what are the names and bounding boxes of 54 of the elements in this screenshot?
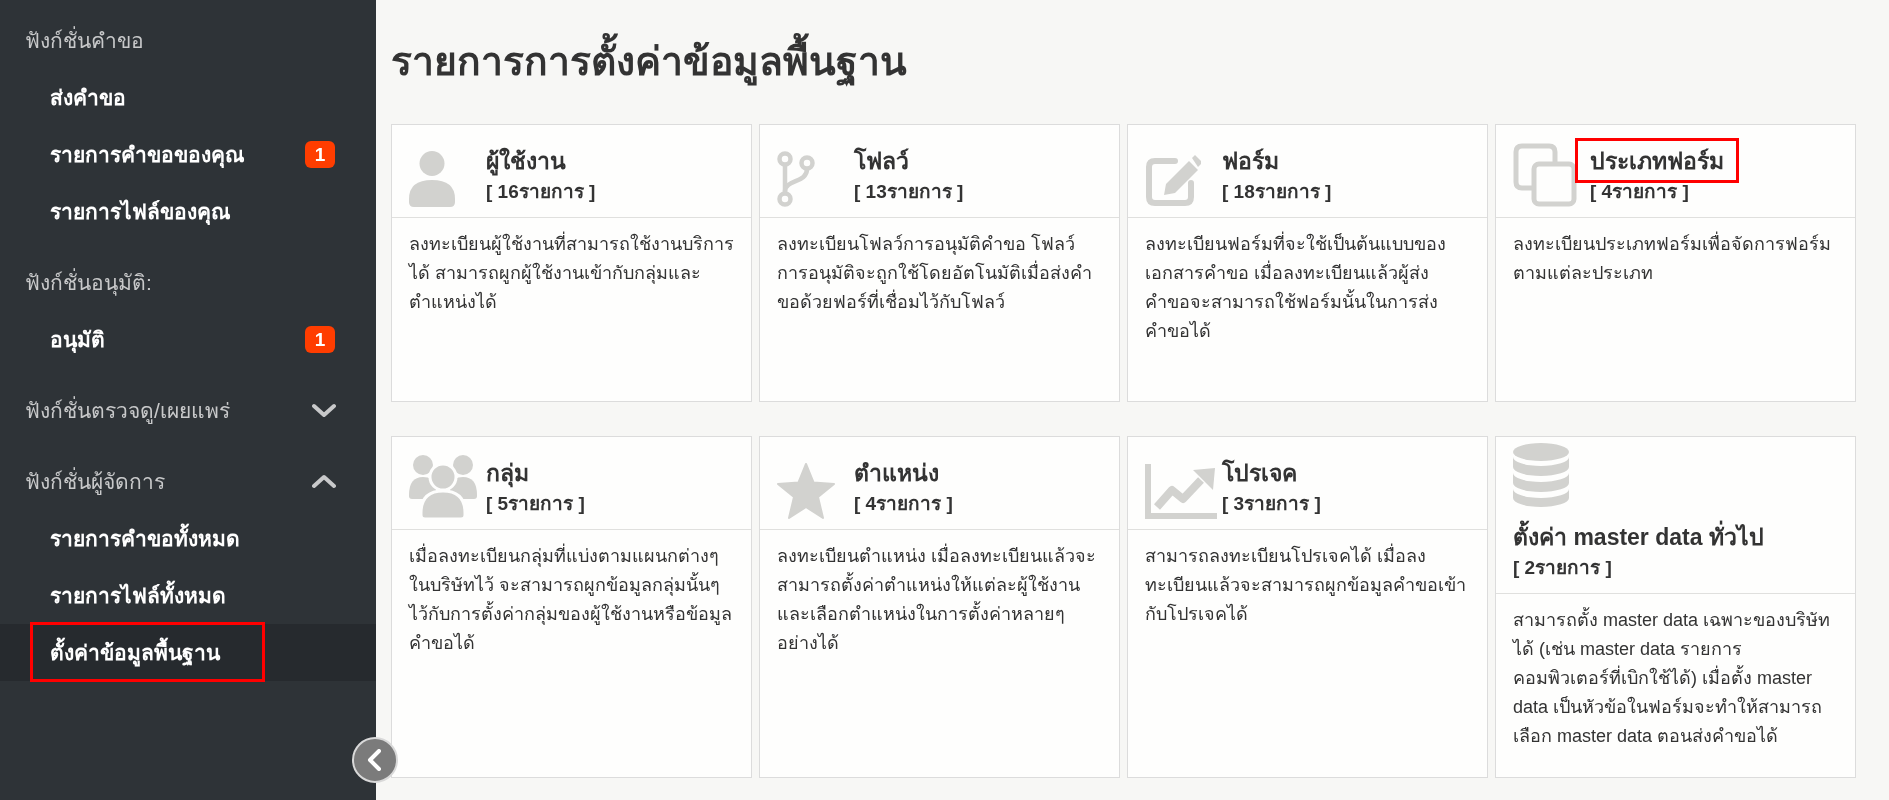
database-icon xyxy=(1513,443,1569,507)
settings-card[interactable]: กลุ่ม [ 5รายการ ] เมื่อลงทะเบียนกลุ่มที่แบ่งตามแผนกต่างๆในบริษัทไว้ จะสามารถผูกข้อมูลกลุ่มนั้นๆไว้กับการตั้งค่ากลุ่มของผู้ใช้งานหรือข้อมูลคำขอได้ xyxy=(391,436,752,778)
card-title: ตำแหน่ง xyxy=(854,459,939,488)
card-title: โปรเจค xyxy=(1222,458,1297,488)
card-title: กลุ่ม xyxy=(486,459,529,489)
settings-card[interactable]: ผู้ใช้งาน [ 16รายการ ] ลงทะเบียนผู้ใช้งานที่สามารถใช้งานบริการได้ สามารถผูกผู้ใช้งานเข้ากับกลุ่มและตำแหน่งได้ xyxy=(391,124,752,402)
settings-card[interactable]: ประเภทฟอร์ม [ 4รายการ ] ลงทะเบียนประเภทฟอร์มเพื่อจัดการฟอร์มตามแต่ละประเภท xyxy=(1495,124,1856,402)
sidebar-item[interactable]: รายการไฟล์ทั้งหมด xyxy=(0,567,376,624)
count-badge: 1 xyxy=(305,326,335,353)
settings-card[interactable]: โปรเจค [ 3รายการ ] สามารถลงทะเบียนโปรเจคได้ เมื่อลงทะเบียนแล้วจะสามารถผูกข้อมูลคำขอเข้ากับโปรเจคได้ xyxy=(1127,436,1488,778)
card-title: ตั้งค่า master data ทั่วไป xyxy=(1513,521,1764,553)
line-chart-icon xyxy=(1145,464,1217,519)
sidebar-item[interactable]: อนุมัติ 1 xyxy=(0,311,376,368)
section-heading: ฟังก์ชั่นอนุมัติ: xyxy=(0,254,376,311)
card-description: ลงทะเบียนประเภทฟอร์มเพื่อจัดการฟอร์มตามแต่ละประเภท xyxy=(1496,218,1855,401)
item-count: [ 4รายการ ] xyxy=(854,492,953,516)
users-icon xyxy=(409,455,477,519)
item-count: [ 4รายการ ] xyxy=(1590,180,1689,204)
card-title: ประเภทฟอร์ม xyxy=(1590,147,1724,176)
card-title: ฟอร์ม xyxy=(1222,147,1279,176)
branch-icon xyxy=(777,151,815,207)
item-count: [ 2รายการ ] xyxy=(1513,556,1612,580)
sidebar-item[interactable]: รายการคำขอทั้งหมด xyxy=(0,510,376,567)
copy-icon xyxy=(1513,143,1577,207)
settings-card[interactable]: ตำแหน่ง [ 4รายการ ] ลงทะเบียนตำแหน่ง เมื่อลงทะเบียนแล้วจะสามารถตั้งค่าตำแหน่งให้แต่ละผู้ใช้งานและเลือกตำแหน่งในการตั้งค่าหลายๆอย่างได้ xyxy=(759,436,1120,778)
card-title: ผู้ใช้งาน xyxy=(486,146,566,177)
item-count: [ 5รายการ ] xyxy=(486,492,585,516)
chevron-left-icon xyxy=(367,749,381,771)
card-description: สามารถลงทะเบียนโปรเจคได้ เมื่อลงทะเบียนแล้วจะสามารถผูกข้อมูลคำขอเข้ากับโปรเจคได้ xyxy=(1128,530,1487,777)
card-description: ลงทะเบียนฟอร์มที่จะใช้เป็นต้นแบบของเอกสารคำขอ เมื่อลงทะเบียนแล้วผู้ส่งคำขอจะสามารถใช้ฟอร์มนั้นในการส่งคำขอได้ xyxy=(1128,218,1487,401)
section-toggle[interactable]: ฟังก์ชั่นตรวจดู/เผยแพร่ xyxy=(0,382,376,439)
card-description: ลงทะเบียนผู้ใช้งานที่สามารถใช้งานบริการได้ สามารถผูกผู้ใช้งานเข้ากับกลุ่มและตำแหน่งได้ xyxy=(392,218,751,401)
card-description: ลงทะเบียนโฟลว์การอนุมัติคำขอ โฟลว์การอนุมัติจะถูกใช้โดยอัตโนมัติเมื่อส่งคำขอด้วยฟอร์ที่เชื่อมไว้กับโฟลว์ xyxy=(776,232,1093,314)
item-count: [ 3รายการ ] xyxy=(1222,492,1321,516)
section-toggle[interactable]: ฟังก์ชั่นผู้จัดการ xyxy=(0,453,376,510)
settings-card[interactable]: ฟอร์ม [ 18รายการ ] ลงทะเบียนฟอร์มที่จะใช้เป็นต้นแบบของเอกสารคำขอ เมื่อลงทะเบียนแล้วผู้ส่งคำขอจะสามารถใช้ฟอร์มนั้นในการส่งคำขอได้ xyxy=(1127,124,1488,402)
settings-card[interactable] xyxy=(1495,436,1856,778)
card-description: ลงทะเบียนตำแหน่ง เมื่อลงทะเบียนแล้วจะสามารถตั้งค่าตำแหน่งให้แต่ละผู้ใช้งานและเลือกตำแหน่งในการตั้งค่าหลายๆอย่างได้ xyxy=(760,530,1119,777)
section-heading: ฟังก์ชั่นคำขอ xyxy=(0,12,376,69)
person-icon xyxy=(409,151,455,207)
count-badge: 1 xyxy=(305,141,335,168)
star-icon xyxy=(777,463,835,519)
item-count: [ 18รายการ ] xyxy=(1222,180,1332,204)
item-count: [ 13รายการ ] xyxy=(854,180,964,204)
pencil-square-icon xyxy=(1145,155,1201,207)
sidebar-item[interactable]: ส่งคำขอ xyxy=(0,69,376,126)
card-description: สามารถตั้ง master data เฉพาะของบริษัทได้ (เช่น master data รายการคอมพิวเตอร์ที่เบิกใช้ได้) เมื่อตั้ง master data เป็นหัวข้อในฟอร์มจะทำให้สามารถเลือก master data ตอนส่งคำขอได้ xyxy=(1496,594,1855,777)
settings-card[interactable]: โฟลว์ [ 13รายการ ] ลงทะเบียนโฟลว์การอนุมัติคำขอ โฟลว์การอนุมัติจะถูกใช้โดยอัตโนมัติเมื่อส่งคำขอด้วยฟอร์ที่เชื่อมไว้กับโฟลว์ xyxy=(759,124,1120,402)
sidebar-item[interactable]: รายการคำขอของคุณ 1 xyxy=(0,126,376,183)
card-description: เมื่อลงทะเบียนกลุ่มที่แบ่งตามแผนกต่างๆในบริษัทไว้ จะสามารถผูกข้อมูลกลุ่มนั้นๆไว้กับการตั้งค่ากลุ่มของผู้ใช้งานหรือข้อมูลคำขอได้ xyxy=(392,530,751,777)
card-title: โฟลว์ xyxy=(854,146,909,176)
sidebar-item[interactable]: ตั้งค่าข้อมูลพื้นฐาน xyxy=(0,624,376,681)
sidebar-item[interactable]: รายการไฟล์ของคุณ xyxy=(0,183,376,240)
item-count: [ 16รายการ ] xyxy=(486,180,596,204)
